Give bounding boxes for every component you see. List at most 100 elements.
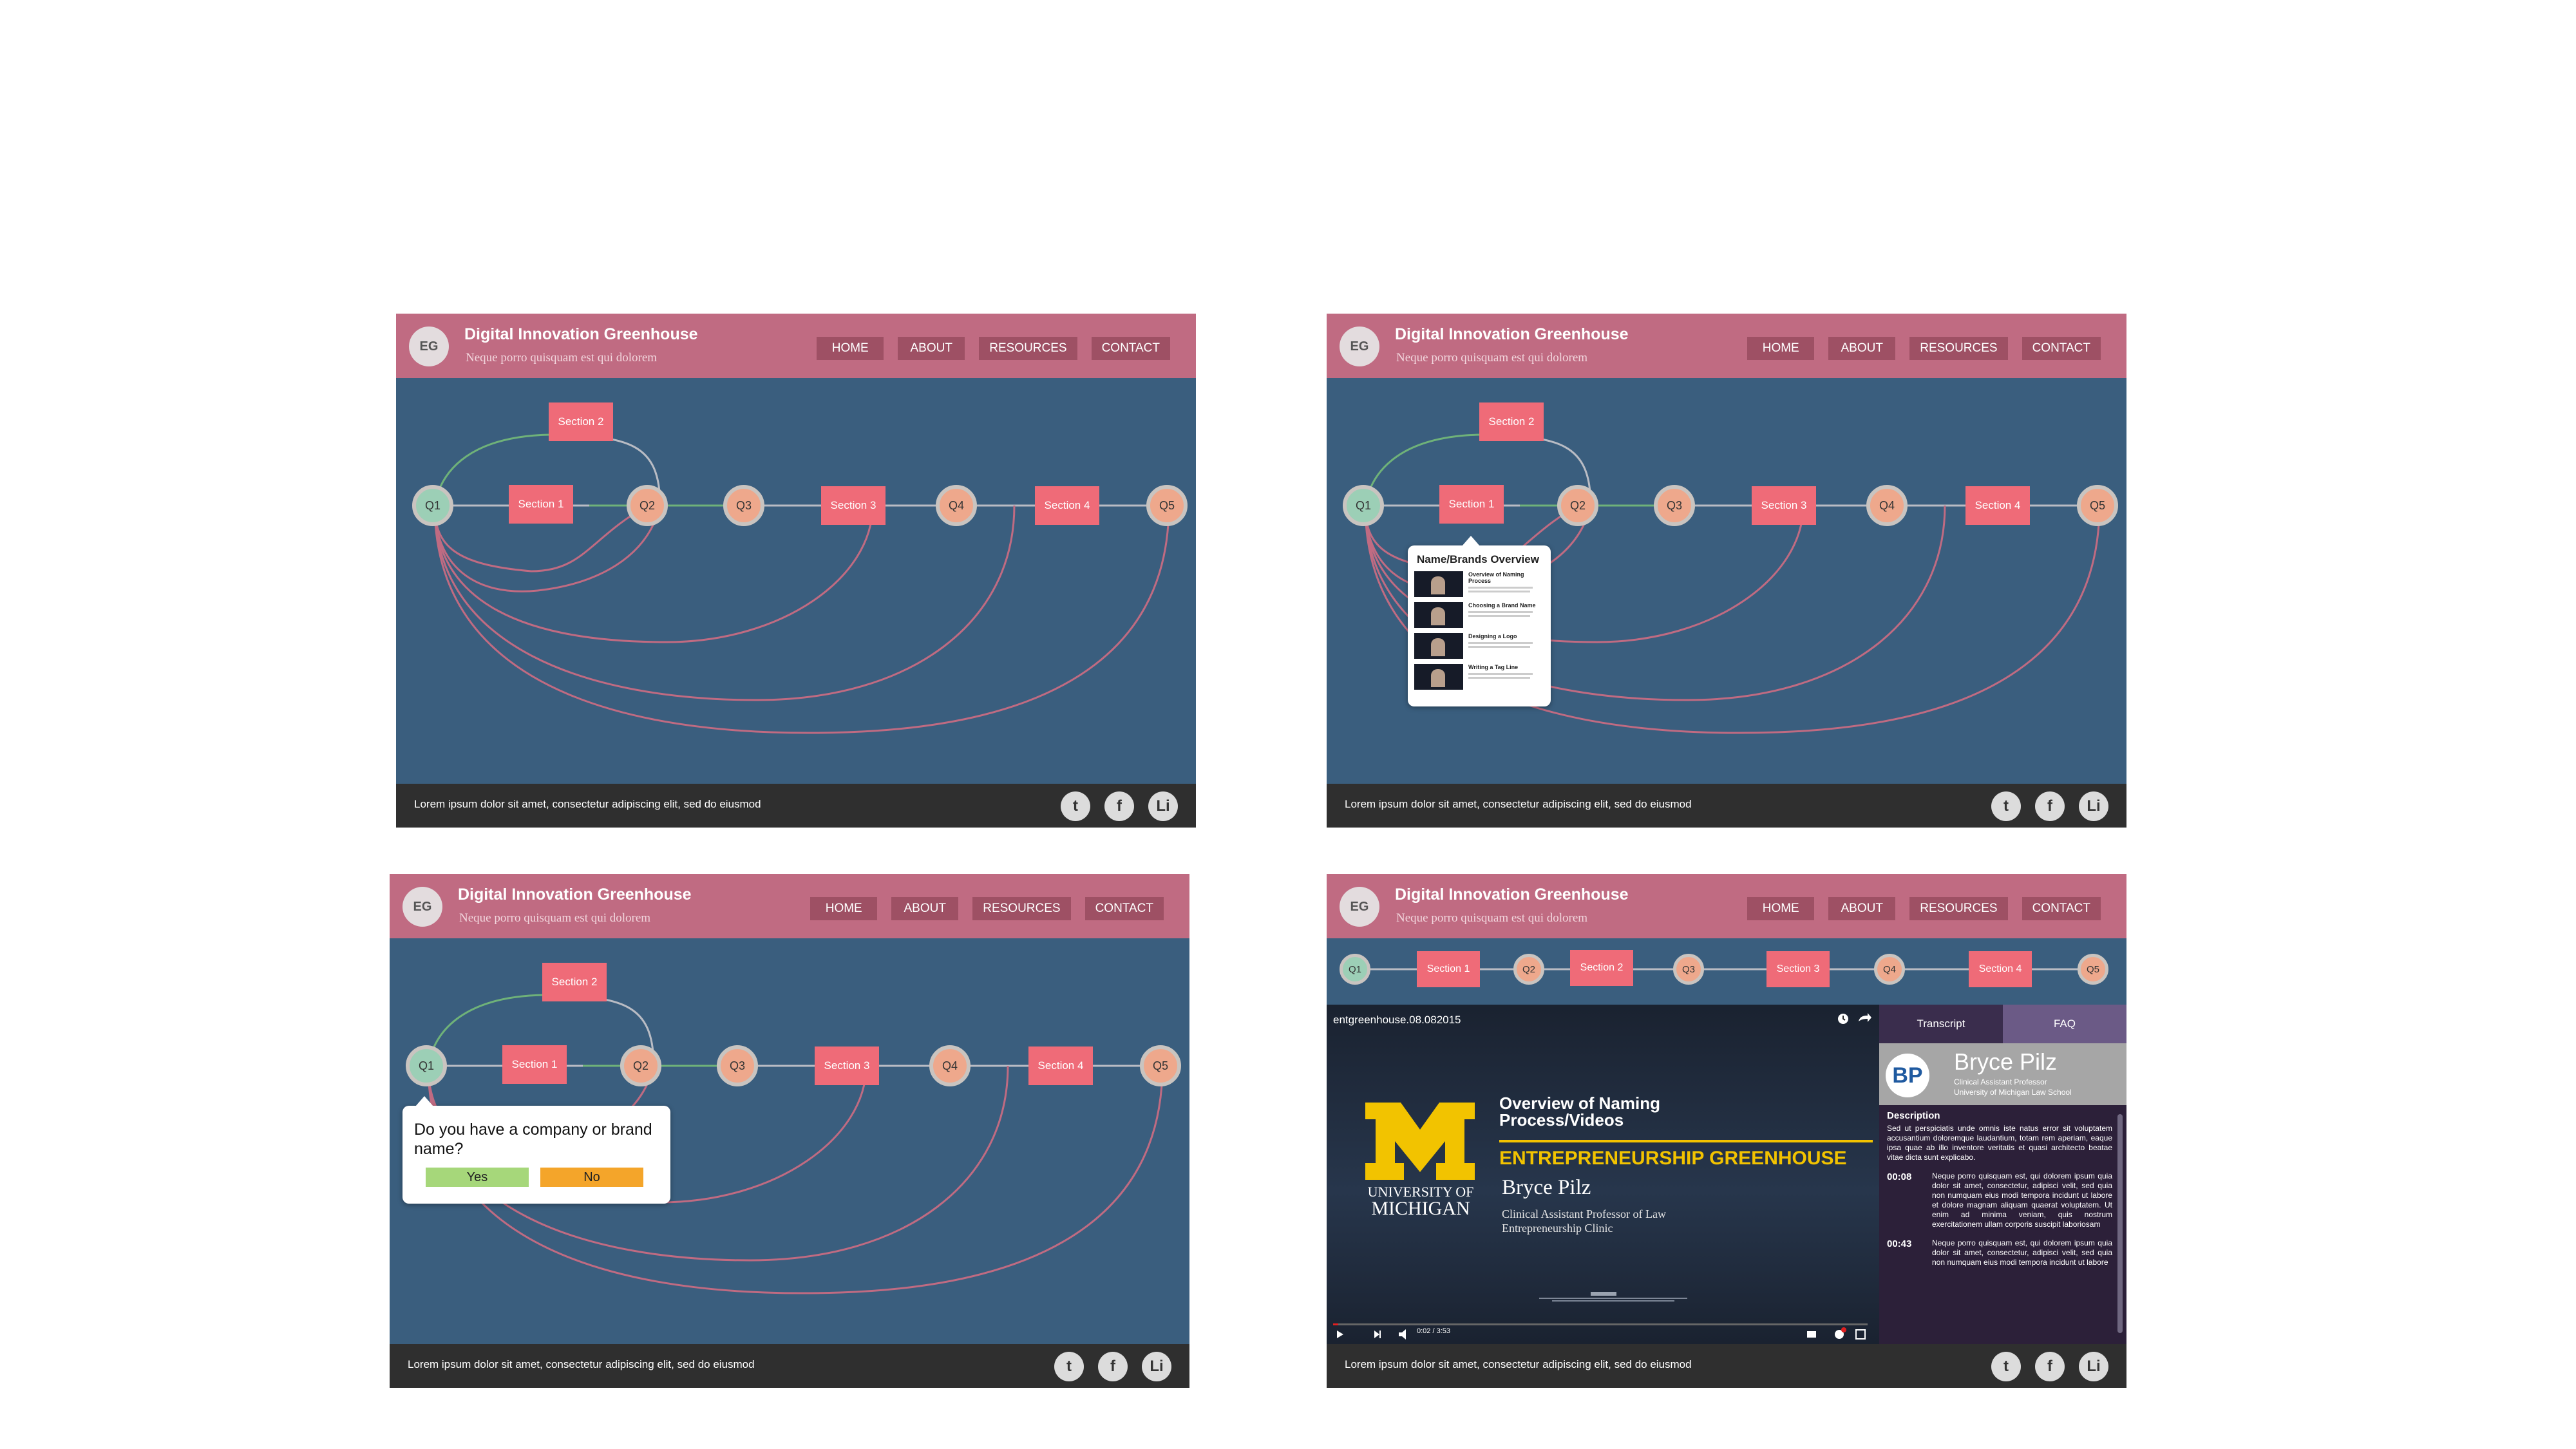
video-list-item[interactable]: Choosing a Brand Name <box>1414 602 1544 628</box>
tab-faq[interactable]: FAQ <box>2003 1005 2126 1043</box>
sidebar-scrollbar[interactable] <box>2117 1114 2123 1333</box>
nav-resources[interactable]: RESOURCES <box>1909 897 2008 920</box>
transcript-timestamp[interactable]: 00:08 <box>1887 1171 1926 1229</box>
nav-contact[interactable]: CONTACT <box>1091 337 1170 360</box>
nav-about[interactable]: ABOUT <box>1828 337 1896 360</box>
section-node-2[interactable]: Section 2 <box>542 963 607 1001</box>
transcript-row[interactable]: 00:08 Neque porro quisquam est, qui dolo… <box>1887 1171 2112 1229</box>
facebook-icon[interactable]: f <box>1098 1352 1128 1381</box>
nav-resources[interactable]: RESOURCES <box>1909 337 2008 360</box>
nav-about[interactable]: ABOUT <box>891 897 959 920</box>
strip-section-1[interactable]: Section 1 <box>1417 951 1480 987</box>
strip-node-q1[interactable]: Q1 <box>1340 954 1370 985</box>
nav-contact[interactable]: CONTACT <box>2022 897 2101 920</box>
linkedin-icon[interactable]: Li <box>1142 1352 1171 1381</box>
facebook-icon[interactable]: f <box>1104 791 1134 821</box>
question-node-q3[interactable]: Q3 <box>1654 485 1695 526</box>
nav-home[interactable]: HOME <box>810 897 878 920</box>
nav-about[interactable]: ABOUT <box>898 337 965 360</box>
nav-home[interactable]: HOME <box>1747 897 1815 920</box>
main-nav: HOME ABOUT RESOURCES CONTACT <box>810 897 1164 920</box>
facebook-icon[interactable]: f <box>2035 1352 2065 1381</box>
strip-section-2[interactable]: Section 2 <box>1570 950 1633 986</box>
social-links: t f Li <box>1991 1352 2108 1381</box>
question-node-q2[interactable]: Q2 <box>1557 485 1598 526</box>
section-node-4[interactable]: Section 4 <box>1965 486 2030 525</box>
question-node-q5[interactable]: Q5 <box>1140 1045 1181 1086</box>
strip-node-q2[interactable]: Q2 <box>1513 954 1544 985</box>
video-list-item[interactable]: Designing a Logo <box>1414 633 1544 659</box>
site-logo[interactable]: EG <box>409 327 449 366</box>
transcript-timestamp[interactable]: 00:43 <box>1887 1238 1926 1267</box>
strip-node-q5[interactable]: Q5 <box>2078 954 2108 985</box>
video-controls: 0:02 / 3:53 <box>1327 1321 1879 1344</box>
section-node-3[interactable]: Section 3 <box>821 486 886 525</box>
video-thumbnail <box>1414 571 1463 597</box>
video-thumbnail <box>1414 602 1463 628</box>
linkedin-icon[interactable]: Li <box>1148 791 1178 821</box>
section-node-1[interactable]: Section 1 <box>509 485 573 524</box>
site-footer: Lorem ipsum dolor sit amet, consectetur … <box>396 784 1196 828</box>
question-node-q3[interactable]: Q3 <box>723 485 764 526</box>
linkedin-icon[interactable]: Li <box>2079 791 2108 821</box>
question-node-q3[interactable]: Q3 <box>717 1045 758 1086</box>
copyright-notice <box>1539 1292 1687 1302</box>
nav-contact[interactable]: CONTACT <box>2022 337 2101 360</box>
section-node-2[interactable]: Section 2 <box>549 402 613 441</box>
strip-node-q3[interactable]: Q3 <box>1673 954 1704 985</box>
question-node-q5[interactable]: Q5 <box>1146 485 1188 526</box>
section-node-2[interactable]: Section 2 <box>1479 402 1544 441</box>
video-title: Writing a Tag Line <box>1468 664 1519 670</box>
question-node-q2[interactable]: Q2 <box>620 1045 661 1086</box>
video-player[interactable]: entgreenhouse.08.082015 UNIVERSITY OF MI… <box>1327 1005 1879 1344</box>
clock-share-icons[interactable] <box>1835 1011 1874 1027</box>
question-node-q1[interactable]: Q1 <box>1343 485 1384 526</box>
transcript-text: Neque porro quisquam est, qui dolorem ip… <box>1932 1171 2112 1229</box>
question-node-q5[interactable]: Q5 <box>2077 485 2118 526</box>
main-nav: HOME ABOUT RESOURCES CONTACT <box>1747 337 2101 360</box>
presenter-name: Bryce Pilz <box>1502 1176 1591 1199</box>
question-node-q4[interactable]: Q4 <box>936 485 977 526</box>
question-node-q1[interactable]: Q1 <box>412 485 453 526</box>
section-video-popup: Name/Brands Overview Overview of Naming … <box>1408 536 1551 706</box>
nav-resources[interactable]: RESOURCES <box>979 337 1077 360</box>
strip-section-4[interactable]: Section 4 <box>1969 951 2032 987</box>
site-header: EG Digital Innovation Greenhouse Neque p… <box>390 874 1189 938</box>
section-node-4[interactable]: Section 4 <box>1028 1046 1093 1085</box>
nav-home[interactable]: HOME <box>1747 337 1815 360</box>
section-node-3[interactable]: Section 3 <box>815 1046 879 1085</box>
site-logo[interactable]: EG <box>1340 327 1379 366</box>
section-node-4[interactable]: Section 4 <box>1035 486 1099 525</box>
question-node-q1[interactable]: Q1 <box>406 1045 447 1086</box>
twitter-icon[interactable]: t <box>1054 1352 1084 1381</box>
twitter-icon[interactable]: t <box>1061 791 1090 821</box>
site-logo[interactable]: EG <box>402 887 442 927</box>
nav-contact[interactable]: CONTACT <box>1084 897 1164 920</box>
tab-transcript[interactable]: Transcript <box>1879 1005 2003 1043</box>
strip-section-3[interactable]: Section 3 <box>1766 951 1830 987</box>
section-node-1[interactable]: Section 1 <box>1439 485 1504 524</box>
yes-button[interactable]: Yes <box>426 1168 529 1187</box>
nav-home[interactable]: HOME <box>817 337 884 360</box>
facebook-icon[interactable]: f <box>2035 791 2065 821</box>
no-button[interactable]: No <box>540 1168 643 1187</box>
video-topic: Overview of Naming Process/Videos <box>1499 1094 1660 1130</box>
description-text: Sed ut perspiciatis unde omnis iste natu… <box>1887 1124 2112 1162</box>
twitter-icon[interactable]: t <box>1991 1352 2021 1381</box>
linkedin-icon[interactable]: Li <box>2079 1352 2108 1381</box>
twitter-icon[interactable]: t <box>1991 791 2021 821</box>
question-node-q2[interactable]: Q2 <box>627 485 668 526</box>
question-node-q4[interactable]: Q4 <box>1866 485 1908 526</box>
section-node-1[interactable]: Section 1 <box>502 1045 567 1084</box>
video-list-item[interactable]: Writing a Tag Line <box>1414 664 1544 690</box>
footer-text: Lorem ipsum dolor sit amet, consectetur … <box>408 1358 755 1370</box>
video-list-item[interactable]: Overview of Naming Process <box>1414 571 1544 597</box>
strip-node-q4[interactable]: Q4 <box>1874 954 1905 985</box>
nav-about[interactable]: ABOUT <box>1828 897 1896 920</box>
transcript-row[interactable]: 00:43 Neque porro quisquam est, qui dolo… <box>1887 1238 2112 1267</box>
presenter-profile: BP Bryce Pilz Clinical Assistant Profess… <box>1879 1043 2126 1105</box>
site-logo[interactable]: EG <box>1340 887 1379 927</box>
question-node-q4[interactable]: Q4 <box>929 1045 971 1086</box>
nav-resources[interactable]: RESOURCES <box>972 897 1071 920</box>
section-node-3[interactable]: Section 3 <box>1752 486 1816 525</box>
